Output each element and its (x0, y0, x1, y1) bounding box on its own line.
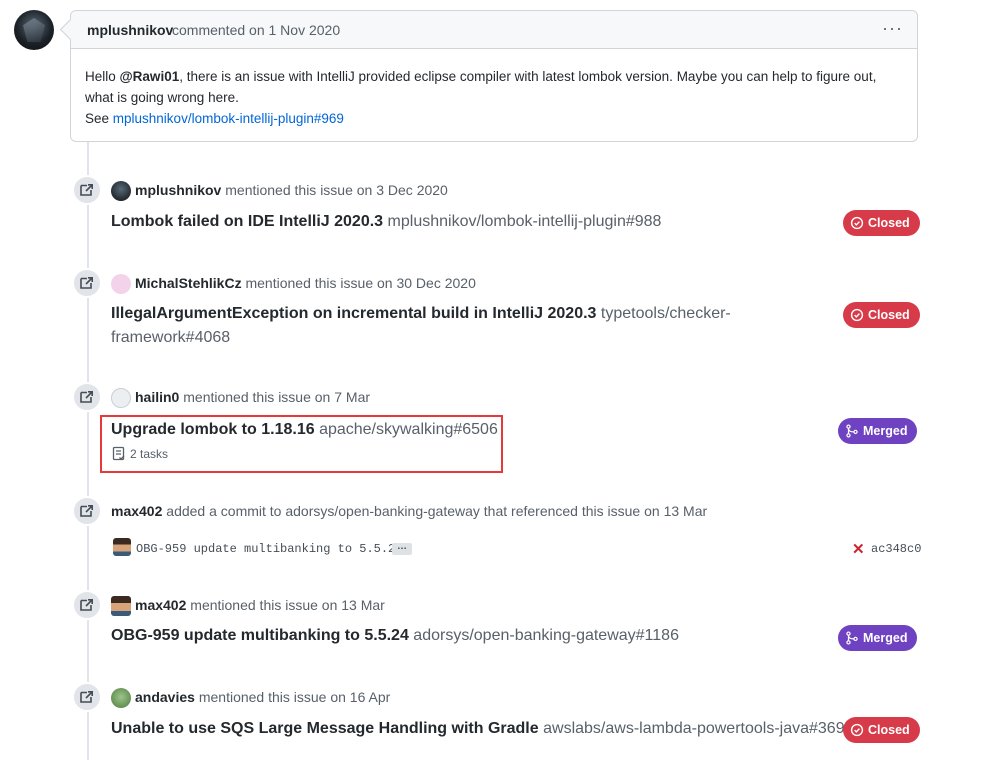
event-title[interactable]: OBG-959 update multibanking to 5.5.24 ad… (111, 627, 679, 645)
state-label: Merged (863, 631, 908, 645)
state-label: Closed (868, 723, 910, 737)
issue-reference-link[interactable]: mplushnikov/lombok-intellij-plugin#969 (113, 111, 344, 126)
event-line: max402 mentioned this issue on 13 Mar (135, 597, 385, 613)
avatar[interactable] (111, 596, 131, 616)
issue-ref-link[interactable]: typetools/checker- (601, 305, 731, 322)
comment-body: Hello @Rawi01, there is an issue with In… (85, 66, 905, 129)
issue-title-link[interactable]: Lombok failed on IDE IntelliJ 2020.3 (111, 213, 383, 230)
timeline-line (87, 142, 89, 760)
cross-reference-icon (72, 682, 102, 712)
event-title-continued[interactable]: framework#4068 (111, 329, 230, 347)
issue-ref-link[interactable]: awslabs/aws-lambda-powertools-java#369 (543, 720, 844, 737)
event-action: mentioned this issue on 7 Mar (183, 389, 371, 405)
state-label: Merged (863, 424, 908, 438)
avatar[interactable] (111, 388, 131, 408)
cross-reference-icon (72, 496, 102, 526)
actor-link[interactable]: max402 (111, 503, 162, 519)
issue-ref-link[interactable]: framework#4068 (111, 329, 230, 346)
issue-closed-icon (850, 723, 864, 737)
cross-reference-icon (72, 268, 102, 298)
comment-timestamp[interactable]: commented on 1 Nov 2020 (172, 22, 340, 38)
state-badge-merged: Merged (838, 418, 918, 444)
cross-reference-icon (72, 590, 102, 620)
event-line: mplushnikov mentioned this issue on 3 De… (135, 182, 448, 198)
ci-failed-icon[interactable]: ✕ (852, 540, 865, 558)
actor-link[interactable]: mplushnikov (135, 182, 221, 198)
comment-box: mplushnikov commented on 1 Nov 2020 ··· … (70, 10, 918, 142)
state-badge-closed: Closed (843, 717, 920, 743)
event-line: andavies mentioned this issue on 16 Apr (135, 689, 390, 705)
actor-link[interactable]: hailin0 (135, 389, 179, 405)
avatar[interactable] (113, 538, 131, 556)
issue-closed-icon (850, 308, 864, 322)
comment-text: , there is an issue with IntelliJ provid… (85, 69, 877, 105)
event-line: MichalStehlikCz mentioned this issue on … (135, 275, 476, 291)
event-title[interactable]: IllegalArgumentException on incremental … (111, 305, 731, 323)
event-line: max402 added a commit to adorsys/open-ba… (111, 503, 707, 519)
comment-text: See (85, 111, 113, 126)
issue-title-link[interactable]: IllegalArgumentException on incremental … (111, 305, 596, 322)
event-action: mentioned this issue on 30 Dec 2020 (245, 275, 476, 291)
issue-ref-link[interactable]: mplushnikov/lombok-intellij-plugin#988 (388, 213, 662, 230)
comment-author-link[interactable]: mplushnikov (87, 22, 173, 38)
state-badge-closed: Closed (843, 210, 920, 236)
avatar[interactable] (111, 181, 131, 201)
commit-message-link[interactable]: OBG-959 update multibanking to 5.5.24 (136, 542, 402, 556)
expand-commit-button[interactable]: … (392, 542, 412, 555)
state-label: Closed (868, 216, 910, 230)
avatar[interactable] (111, 274, 131, 294)
issue-ref-link[interactable]: adorsys/open-banking-gateway#1186 (413, 627, 679, 644)
issue-title-link[interactable]: OBG-959 update multibanking to 5.5.24 (111, 627, 409, 644)
cross-reference-icon (72, 175, 102, 205)
commit-sha-link[interactable]: ac348c0 (871, 542, 921, 556)
highlight-box (100, 415, 503, 473)
event-title[interactable]: Lombok failed on IDE IntelliJ 2020.3 mpl… (111, 213, 661, 231)
git-merge-icon (846, 631, 858, 645)
git-merge-icon (846, 424, 858, 438)
event-title[interactable]: Unable to use SQS Large Message Handling… (111, 720, 845, 738)
state-badge-merged: Merged (838, 625, 918, 651)
comment-text: Hello (85, 69, 120, 84)
state-badge-closed: Closed (843, 302, 920, 328)
comment-header: mplushnikov commented on 1 Nov 2020 ··· (71, 11, 917, 49)
user-mention-link[interactable]: @Rawi01 (120, 69, 180, 84)
event-action: mentioned this issue on 3 Dec 2020 (225, 182, 448, 198)
issue-closed-icon (850, 216, 864, 230)
event-line: hailin0 mentioned this issue on 7 Mar (135, 389, 370, 405)
kebab-horizontal-icon[interactable]: ··· (882, 18, 903, 39)
cross-reference-icon (72, 382, 102, 412)
actor-link[interactable]: MichalStehlikCz (135, 275, 242, 291)
event-action: mentioned this issue on 16 Apr (198, 689, 391, 705)
actor-link[interactable]: andavies (135, 689, 195, 705)
actor-link[interactable]: max402 (135, 597, 186, 613)
event-action: mentioned this issue on 13 Mar (190, 597, 385, 613)
state-label: Closed (868, 308, 910, 322)
avatar[interactable] (14, 10, 54, 50)
issue-title-link[interactable]: Unable to use SQS Large Message Handling… (111, 720, 539, 737)
event-action: added a commit to adorsys/open-banking-g… (166, 503, 708, 519)
avatar[interactable] (111, 688, 131, 708)
